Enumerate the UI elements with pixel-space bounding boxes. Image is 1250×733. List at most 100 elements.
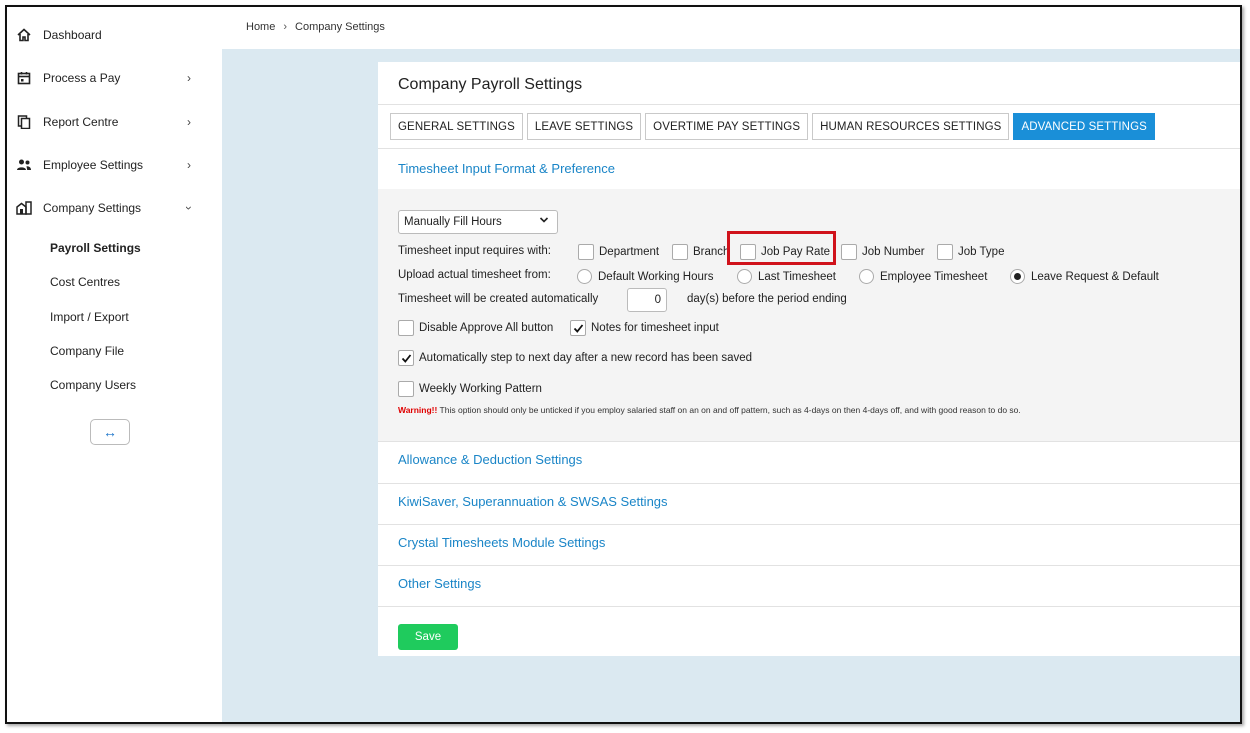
sidebar-subitem-import-export[interactable]: Import / Export [50,310,129,324]
sidebar-item-label: Dashboard [43,28,102,42]
option-label: Job Type [958,246,1005,258]
checkmark-icon [573,323,583,333]
option-branch[interactable]: Branch [672,244,729,260]
divider [378,606,1240,607]
section-kiwisaver-superannuation[interactable]: KiwiSaver, Superannuation & SWSAS Settin… [398,494,668,509]
sidebar-item-employee-settings[interactable]: Employee Settings › [7,145,222,185]
warning-label: Warning!! [398,405,438,415]
divider [378,104,1240,105]
radio[interactable] [859,269,874,284]
tab-human-resources-settings[interactable]: HUMAN RESOURCES SETTINGS [812,113,1010,140]
home-icon [15,26,33,44]
radio[interactable] [737,269,752,284]
radio[interactable] [577,269,592,284]
option-weekly-working-pattern[interactable]: Weekly Working Pattern [398,381,542,397]
sidebar-item-label: Employee Settings [43,158,144,172]
sidebar-item-label: Process a Pay [43,71,121,85]
radio-leave-request-default[interactable]: Leave Request & Default [1010,269,1159,284]
settings-card: Company Payroll Settings GENERAL SETTING… [378,62,1240,656]
tab-general-settings[interactable]: GENERAL SETTINGS [390,113,523,140]
radio-last-timesheet[interactable]: Last Timesheet [737,269,836,284]
checkbox[interactable] [398,320,414,336]
checkbox[interactable] [841,244,857,260]
breadcrumb-current: Company Settings [295,21,385,33]
checkbox-checked[interactable] [570,320,586,336]
sidebar-subitem-cost-centres[interactable]: Cost Centres [50,275,120,289]
checkbox[interactable] [672,244,688,260]
radio-employee-timesheet[interactable]: Employee Timesheet [859,269,987,284]
days-suffix-label: day(s) before the period ending [687,293,847,305]
checkbox[interactable] [578,244,594,260]
option-label: Employee Timesheet [880,270,988,283]
option-label: Last Timesheet [758,270,836,283]
chevron-down-icon [539,215,549,228]
sidebar-item-report-centre[interactable]: Report Centre › [7,102,222,142]
option-disable-approve-all[interactable]: Disable Approve All button [398,320,553,336]
select-value: Manually Fill Hours [404,216,502,228]
option-label: Notes for timesheet input [591,322,719,334]
divider [378,565,1240,566]
chevron-right-icon: › [187,71,191,85]
people-icon [15,156,33,174]
sidebar-item-dashboard[interactable]: Dashboard [7,15,222,55]
timesheet-settings-panel: Manually Fill Hours Timesheet input requ… [378,189,1240,441]
sidebar-item-company-settings[interactable]: Company Settings › [7,188,222,228]
top-bar: Home › Company Settings [222,7,1240,49]
highlight-box [727,231,836,265]
chevron-right-icon: › [283,21,288,33]
tab-leave-settings[interactable]: LEAVE SETTINGS [526,113,642,140]
section-allowance-deduction[interactable]: Allowance & Deduction Settings [398,452,582,467]
upload-label: Upload actual timesheet from: [398,269,551,281]
auto-create-label: Timesheet will be created automatically [398,293,599,305]
checkbox[interactable] [398,381,414,397]
divider [378,148,1240,149]
tab-advanced-settings[interactable]: ADVANCED SETTINGS [1013,113,1155,140]
option-label: Leave Request & Default [1031,270,1159,283]
warning-text: Warning!! This option should only be unt… [398,405,1021,415]
option-notes-timesheet-input[interactable]: Notes for timesheet input [570,320,719,336]
tab-overtime-pay-settings[interactable]: OVERTIME PAY SETTINGS [645,113,809,140]
sidebar: Dashboard Process a Pay › Report Centre … [7,7,222,722]
copy-icon [15,113,33,131]
chevron-down-icon: › [182,206,196,210]
option-job-number[interactable]: Job Number [841,244,925,260]
divider [378,441,1240,442]
section-timesheet-input-format[interactable]: Timesheet Input Format & Preference [398,161,615,176]
days-before-input[interactable]: 0 [627,288,667,312]
warning-message: This option should only be unticked if y… [437,405,1021,415]
option-label: Job Number [862,246,925,258]
sidebar-item-process-a-pay[interactable]: Process a Pay › [7,58,222,98]
option-label: Branch [693,246,730,258]
sidebar-subitem-payroll-settings[interactable]: Payroll Settings [50,241,141,255]
timesheet-format-select[interactable]: Manually Fill Hours [398,210,558,234]
radio-default-working-hours[interactable]: Default Working Hours [577,269,713,284]
breadcrumb-home[interactable]: Home [246,21,275,33]
building-icon [15,199,33,217]
divider [378,524,1240,525]
sidebar-item-label: Report Centre [43,115,119,129]
save-button[interactable]: Save [398,624,458,650]
option-department[interactable]: Department [578,244,659,260]
option-label: Automatically step to next day after a n… [419,352,753,364]
sidebar-subitem-company-file[interactable]: Company File [50,344,124,358]
radio-dot [1014,273,1021,280]
option-job-type[interactable]: Job Type [937,244,1004,260]
main-area: Home › Company Settings Company Payroll … [222,7,1240,722]
expand-horizontal-icon: ↔ [103,424,117,440]
radio-selected[interactable] [1010,269,1025,284]
section-crystal-timesheets[interactable]: Crystal Timesheets Module Settings [398,535,605,550]
option-label: Department [599,246,660,258]
requires-label: Timesheet input requires with: [398,245,551,257]
checkbox-checked[interactable] [398,350,414,366]
page-title: Company Payroll Settings [398,76,583,93]
checkbox[interactable] [937,244,953,260]
chevron-right-icon: › [187,115,191,129]
sidebar-subitem-company-users[interactable]: Company Users [50,378,136,392]
divider [378,483,1240,484]
section-other-settings[interactable]: Other Settings [398,576,481,591]
option-auto-step-next-day[interactable]: Automatically step to next day after a n… [398,350,752,366]
chevron-right-icon: › [187,158,191,172]
settings-tabs: GENERAL SETTINGS LEAVE SETTINGS OVERTIME… [390,113,1155,140]
calendar-icon [15,69,33,87]
sidebar-collapse-button[interactable]: ↔ [90,419,130,445]
